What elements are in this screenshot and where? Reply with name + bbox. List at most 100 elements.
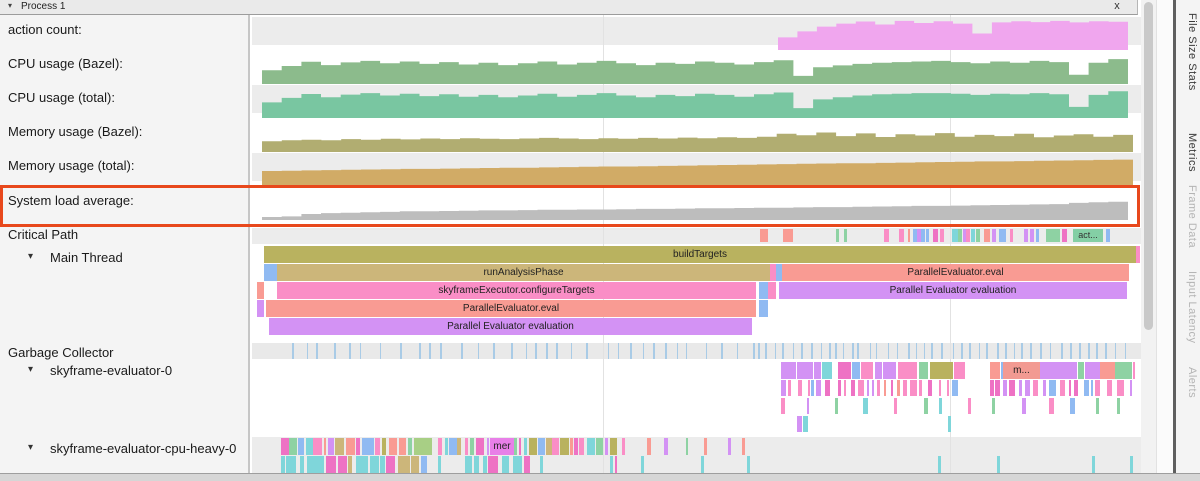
trace-event[interactable] <box>867 380 869 396</box>
trace-event[interactable] <box>838 380 841 396</box>
trace-event[interactable] <box>781 398 785 414</box>
trace-event[interactable] <box>803 416 808 432</box>
trace-event[interactable] <box>587 438 595 455</box>
trace-event[interactable] <box>930 362 954 379</box>
flame-bar[interactable]: ParallelEvaluator.eval <box>266 300 756 317</box>
trace-event[interactable] <box>807 398 809 414</box>
trace-event[interactable] <box>438 438 442 455</box>
trace-event[interactable] <box>894 398 897 414</box>
critical-path-event[interactable] <box>783 229 793 242</box>
counter-chart-cpu-usage-bazel[interactable] <box>262 51 1128 85</box>
trace-event[interactable] <box>574 438 578 455</box>
trace-event[interactable] <box>797 416 802 432</box>
trace-event[interactable] <box>328 438 334 455</box>
trace-event[interactable] <box>838 362 851 379</box>
trace-event[interactable] <box>1095 380 1100 396</box>
trace-event[interactable] <box>366 438 374 455</box>
trace-event[interactable] <box>858 380 864 396</box>
trace-event[interactable] <box>877 380 880 396</box>
trace-event[interactable] <box>704 438 707 455</box>
sidebar-tab-metrics[interactable]: Metrics <box>1178 133 1198 172</box>
trace-event[interactable] <box>861 362 874 379</box>
trace-event[interactable] <box>286 456 296 473</box>
critical-path-event[interactable] <box>921 229 925 242</box>
trace-event[interactable] <box>990 380 994 396</box>
trace-event[interactable] <box>947 380 950 396</box>
critical-path-event[interactable] <box>1036 229 1039 242</box>
trace-event[interactable] <box>1115 362 1132 379</box>
critical-path-event[interactable] <box>836 229 839 242</box>
sidebar-tab-frame-data[interactable]: Frame Data <box>1178 185 1198 248</box>
trace-event[interactable] <box>326 456 337 473</box>
trace-event[interactable] <box>1100 362 1115 379</box>
trace-event[interactable] <box>1060 380 1065 396</box>
trace-event[interactable] <box>324 438 326 455</box>
trace-event[interactable] <box>814 362 821 379</box>
trace-event[interactable] <box>992 398 996 414</box>
trace-event[interactable] <box>421 456 427 473</box>
critical-path-event[interactable] <box>844 229 847 242</box>
trace-event[interactable] <box>1009 380 1015 396</box>
trace-event[interactable] <box>488 456 499 473</box>
trace-event[interactable] <box>289 438 297 455</box>
trace-event[interactable] <box>615 456 617 473</box>
sidebar-tab-alerts[interactable]: Alerts <box>1178 367 1198 398</box>
critical-path-event[interactable] <box>976 229 980 242</box>
trace-event[interactable] <box>1117 380 1124 396</box>
counter-chart-cpu-usage-total[interactable] <box>262 85 1128 119</box>
trace-event[interactable] <box>939 398 941 414</box>
trace-event[interactable] <box>524 456 530 473</box>
critical-path-event[interactable] <box>999 229 1006 242</box>
trace-event[interactable] <box>380 456 385 473</box>
trace-event[interactable] <box>844 380 846 396</box>
collapse-arrow-icon[interactable]: ▾ <box>8 1 12 10</box>
flame-bar[interactable]: skyframeExecutor.configureTargets <box>277 282 756 299</box>
trace-event[interactable] <box>1040 362 1056 379</box>
trace-event[interactable] <box>1025 380 1030 396</box>
counter-chart-system-load-average[interactable] <box>262 187 1128 221</box>
trace-event[interactable] <box>664 438 668 455</box>
trace-event[interactable] <box>781 362 796 379</box>
trace-event[interactable] <box>875 362 882 379</box>
trace-event[interactable] <box>399 438 406 455</box>
trace-event[interactable] <box>487 438 489 455</box>
trace-event[interactable] <box>465 456 472 473</box>
flame-bar[interactable]: Parallel Evaluator evaluation <box>269 318 752 335</box>
trace-event[interactable] <box>610 456 613 473</box>
flame-bar[interactable] <box>1136 246 1140 263</box>
trace-event[interactable] <box>563 438 569 455</box>
critical-path-event[interactable] <box>926 229 929 242</box>
vertical-scrollbar-thumb[interactable] <box>1144 2 1153 330</box>
critical-path-event[interactable] <box>1010 229 1013 242</box>
critical-path-event[interactable] <box>908 229 910 242</box>
trace-event[interactable] <box>375 438 380 455</box>
trace-event[interactable] <box>346 438 355 455</box>
trace-event[interactable] <box>386 456 394 473</box>
trace-event[interactable] <box>883 362 896 379</box>
trace-event[interactable] <box>596 438 603 455</box>
trace-event[interactable] <box>939 380 942 396</box>
trace-event[interactable] <box>438 456 441 473</box>
trace-event[interactable] <box>313 438 322 455</box>
critical-path-event[interactable] <box>1024 229 1028 242</box>
trace-event[interactable] <box>788 380 791 396</box>
critical-path-event[interactable] <box>760 229 768 242</box>
trace-event[interactable] <box>312 456 324 473</box>
trace-event[interactable] <box>306 438 313 455</box>
trace-event[interactable] <box>610 438 617 455</box>
expand-arrow-icon[interactable]: ▾ <box>28 251 33 262</box>
flame-bar[interactable] <box>759 282 768 299</box>
flame-bar[interactable] <box>264 264 277 281</box>
trace-event[interactable] <box>1091 380 1093 396</box>
trace-event[interactable] <box>570 438 573 455</box>
counter-chart-action-count[interactable] <box>778 17 1128 51</box>
critical-path-event[interactable] <box>958 229 962 242</box>
trace-event[interactable] <box>781 380 786 396</box>
critical-path-event[interactable] <box>971 229 975 242</box>
expand-arrow-icon[interactable]: ▾ <box>28 442 33 453</box>
trace-event[interactable] <box>952 380 958 396</box>
flame-bar[interactable] <box>257 300 264 317</box>
trace-event[interactable] <box>1092 456 1095 473</box>
trace-event[interactable] <box>811 380 814 396</box>
critical-path-event[interactable] <box>940 229 944 242</box>
